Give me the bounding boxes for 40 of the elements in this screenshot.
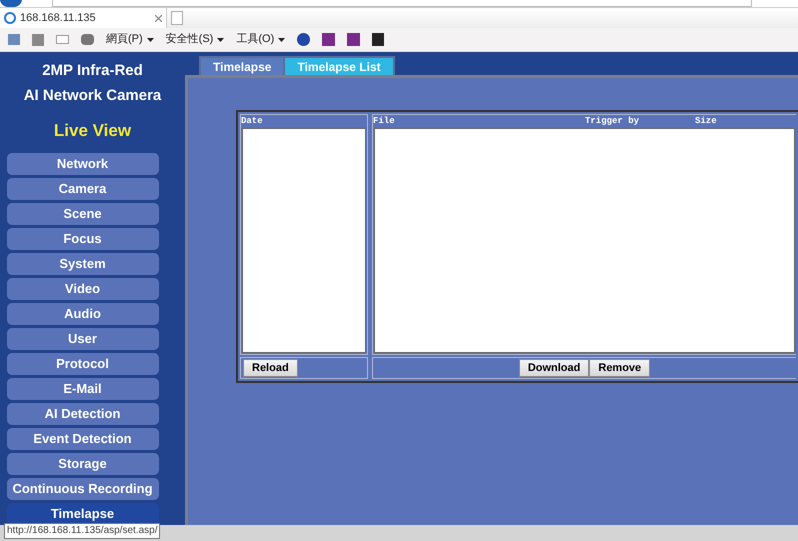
sidebar-menu-item[interactable]: Event Detection: [6, 428, 158, 450]
column-header: Size: [695, 115, 718, 127]
browser-logo-icon: [4, 12, 16, 24]
camera-title: 2MP Infra-Red: [42, 61, 143, 81]
action-button[interactable]: Download: [518, 359, 590, 377]
sidebar-menu-item[interactable]: Video: [6, 278, 158, 300]
toolbar-menu[interactable]: 網頁(P): [106, 31, 143, 48]
sidebar-menu-item[interactable]: Network: [6, 152, 158, 174]
sidebar-menu-item[interactable]: Timelapse: [6, 502, 158, 524]
toolbar-menu[interactable]: 安全性(S): [166, 31, 214, 48]
sidebar-menu-item[interactable]: Audio: [6, 302, 158, 324]
address-field[interactable]: [52, 0, 752, 7]
action-button[interactable]: Remove: [589, 359, 650, 377]
column-header: Trigger by: [585, 115, 640, 127]
toolbar-icon[interactable]: [322, 33, 336, 46]
column-header: File: [373, 115, 396, 127]
sidebar-menu-item[interactable]: Protocol: [6, 352, 158, 374]
status-tooltip: http://168.168.11.135/asp/set.asp/: [4, 523, 160, 539]
toolbar-menu[interactable]: 工具(O): [236, 31, 274, 48]
sidebar-menu-item[interactable]: Focus: [6, 228, 158, 250]
sidebar-menu-item[interactable]: System: [6, 252, 158, 274]
close-icon[interactable]: [155, 14, 162, 22]
tab[interactable]: Timelapse: [201, 58, 284, 75]
toolbar-icon[interactable]: [347, 33, 360, 46]
browser-tab[interactable]: 168.168.11.135: [0, 8, 167, 28]
caret-icon[interactable]: [217, 38, 224, 42]
toolbar-icon[interactable]: [372, 33, 384, 46]
sidebar-menu-item[interactable]: E-Mail: [6, 378, 158, 400]
sidebar-menu-item[interactable]: Scene: [6, 202, 158, 224]
sidebar-menu-item[interactable]: Continuous Recording: [6, 478, 158, 500]
sidebar-menu-item[interactable]: User: [6, 328, 158, 350]
sidebar-menu-item[interactable]: AI Detection: [6, 402, 158, 424]
column-header: Date: [241, 115, 264, 127]
action-button[interactable]: Reload: [243, 359, 298, 377]
sidebar-menu-item[interactable]: Storage: [6, 452, 158, 474]
camera-title: AI Network Camera: [24, 86, 162, 106]
caret-icon[interactable]: [146, 38, 154, 42]
live-view-link[interactable]: Live View: [54, 118, 132, 144]
sidebar-menu-item[interactable]: Camera: [6, 178, 158, 200]
caret-icon[interactable]: [278, 38, 286, 42]
